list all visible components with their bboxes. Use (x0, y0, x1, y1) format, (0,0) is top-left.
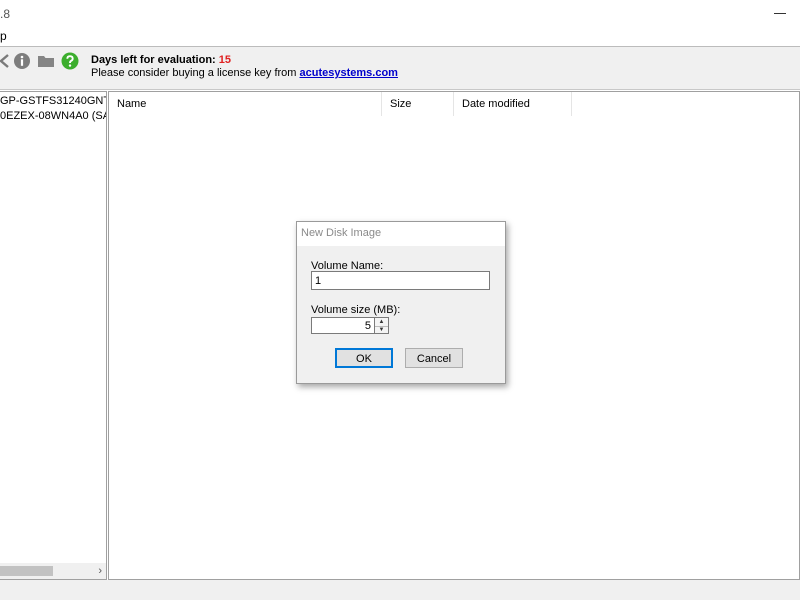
volume-size-label: Volume size (MB): (311, 304, 401, 316)
scroll-right-icon[interactable]: › (98, 563, 102, 579)
disk-list: GP-GSTFS31240GNTD 0EZEX-08WN4A0 (SATA › (0, 91, 107, 580)
dialog-title: New Disk Image (301, 227, 382, 239)
license-link[interactable]: acutesystems.com (300, 67, 398, 79)
toolbar: Days left for evaluation: 15 Please cons… (0, 47, 800, 90)
folder-icon[interactable] (37, 52, 55, 70)
dialog-title-bar: New Disk Image (297, 222, 505, 246)
spin-buttons: ▲ ▼ (375, 317, 389, 334)
spin-down-icon[interactable]: ▼ (375, 326, 388, 334)
disk-item-2[interactable]: 0EZEX-08WN4A0 (SATA (0, 110, 106, 122)
column-header-size[interactable]: Size (382, 92, 454, 116)
new-disk-image-dialog: New Disk Image Volume Name: Volume size … (296, 221, 506, 384)
minimize-button[interactable] (774, 4, 788, 18)
help-icon[interactable] (61, 52, 79, 70)
menu-bar: p (0, 28, 800, 47)
cancel-button[interactable]: Cancel (405, 348, 463, 368)
disk-item-1[interactable]: GP-GSTFS31240GNTD (0, 95, 106, 107)
license-text: Please consider buying a license key fro… (91, 67, 297, 79)
back-icon[interactable] (0, 52, 14, 70)
volume-size-input[interactable] (311, 317, 375, 334)
column-header-date-modified[interactable]: Date modified (454, 92, 572, 116)
status-strip (0, 580, 800, 600)
menu-item-help[interactable]: p (0, 29, 7, 43)
ok-button[interactable]: OK (335, 348, 393, 368)
days-left-value: 15 (218, 54, 232, 66)
evaluation-notice: Days left for evaluation: 15 Please cons… (91, 54, 398, 80)
title-bar: .8 (0, 0, 800, 28)
horizontal-scrollbar[interactable]: › (0, 563, 106, 579)
days-left-label: Days left for evaluation: (91, 54, 216, 66)
scrollbar-thumb[interactable] (0, 566, 53, 576)
column-header-name[interactable]: Name (109, 92, 382, 116)
info-icon[interactable] (13, 52, 31, 70)
window-title: .8 (0, 7, 11, 21)
volume-name-input[interactable] (311, 271, 490, 290)
volume-size-stepper: ▲ ▼ (311, 317, 390, 334)
